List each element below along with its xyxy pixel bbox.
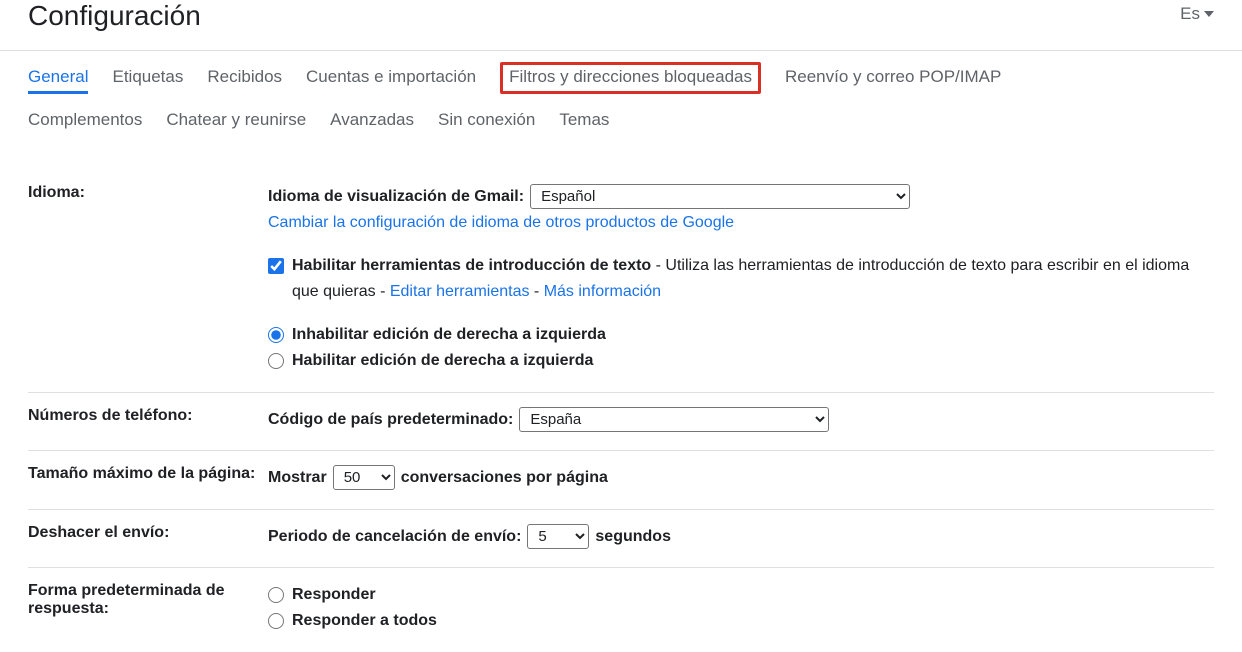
chevron-down-icon [1204,11,1214,17]
tab-complementos[interactable]: Complementos [28,110,142,134]
enable-input-tools-text: Habilitar herramientas de introducción d… [292,253,1214,304]
enable-input-tools-checkbox[interactable] [268,258,284,274]
rtl-disable-row: Inhabilitar edición de derecha a izquier… [268,322,1214,348]
tab-temas[interactable]: Temas [559,110,609,134]
country-code-select[interactable]: España [519,407,829,432]
per-page-label: conversaciones por página [401,465,608,491]
reply-label: Responder [292,582,376,608]
edit-tools-link[interactable]: Editar herramientas [390,283,530,300]
language-switcher[interactable]: Es [1180,0,1214,24]
enable-input-tools-row: Habilitar herramientas de introducción d… [268,253,1214,304]
rtl-disable-radio[interactable] [268,327,284,343]
tab-general[interactable]: General [28,67,88,94]
enable-input-tools-bold: Habilitar herramientas de introducción d… [292,257,651,274]
tab-sin-conexión[interactable]: Sin conexión [438,110,535,134]
setting-content-replydefault: Responder Responder a todos [268,582,1214,633]
tab-filtros-y-direcciones-bloqueadas[interactable]: Filtros y direcciones bloqueadas [500,62,761,94]
setting-label-pagesize: Tamaño máximo de la página: [28,465,268,491]
rtl-enable-row: Habilitar edición de derecha a izquierda [268,348,1214,374]
setting-content-pagesize: Mostrar 50 conversaciones por página [268,465,1214,491]
display-language-label: Idioma de visualización de Gmail: [268,184,524,210]
page-title: Configuración [28,0,201,32]
tab-etiquetas[interactable]: Etiquetas [112,67,183,94]
seconds-label: segundos [595,524,671,550]
rtl-enable-radio[interactable] [268,353,284,369]
tab-cuentas-e-importación[interactable]: Cuentas e importación [306,67,476,94]
setting-content-undosend: Periodo de cancelación de envío: 5 segun… [268,524,1214,550]
setting-row-language: Idioma: Idioma de visualización de Gmail… [28,170,1214,393]
separator: - [529,283,543,300]
country-code-label: Código de país predeterminado: [268,407,513,433]
setting-row-pagesize: Tamaño máximo de la página: Mostrar 50 c… [28,451,1214,510]
setting-row-phone: Números de teléfono: Código de país pred… [28,393,1214,452]
setting-row-replydefault: Forma predeterminada de respuesta: Respo… [28,568,1214,651]
rtl-disable-label: Inhabilitar edición de derecha a izquier… [292,322,606,348]
reply-row: Responder [268,582,1214,608]
setting-content-language: Idioma de visualización de Gmail: Españo… [268,184,1214,374]
tabs-row-2: Complementos Chatear y reunirse Avanzadas S… [0,94,1242,134]
undosend-select[interactable]: 5 [527,524,589,549]
rtl-enable-label: Habilitar edición de derecha a izquierda [292,348,593,374]
setting-label-language: Idioma: [28,184,268,374]
display-language-select[interactable]: Español [530,184,910,209]
settings-body: Idioma: Idioma de visualización de Gmail… [0,142,1242,652]
tab-reenvío-y-correo-pop-imap[interactable]: Reenvío y correo POP/IMAP [785,67,1001,94]
reply-radio[interactable] [268,587,284,603]
setting-content-phone: Código de país predeterminado: España [268,407,1214,433]
show-label: Mostrar [268,465,327,491]
language-switcher-label: Es [1180,4,1200,24]
tab-chatear-y-reunirse[interactable]: Chatear y reunirse [166,110,306,134]
change-google-language-link[interactable]: Cambiar la configuración de idioma de ot… [268,214,734,231]
more-info-link[interactable]: Más información [544,283,661,300]
tab-recibidos[interactable]: Recibidos [207,67,282,94]
header: Configuración Es [0,0,1242,40]
pagesize-select[interactable]: 50 [333,465,395,490]
setting-row-undosend: Deshacer el envío: Periodo de cancelació… [28,510,1214,569]
tab-avanzadas[interactable]: Avanzadas [330,110,414,134]
setting-label-undosend: Deshacer el envío: [28,524,268,550]
setting-label-phone: Números de teléfono: [28,407,268,433]
setting-label-replydefault: Forma predeterminada de respuesta: [28,582,268,633]
cancel-period-label: Periodo de cancelación de envío: [268,524,521,550]
tabs-row-1: General Etiquetas Recibidos Cuentas e impor… [0,51,1242,94]
